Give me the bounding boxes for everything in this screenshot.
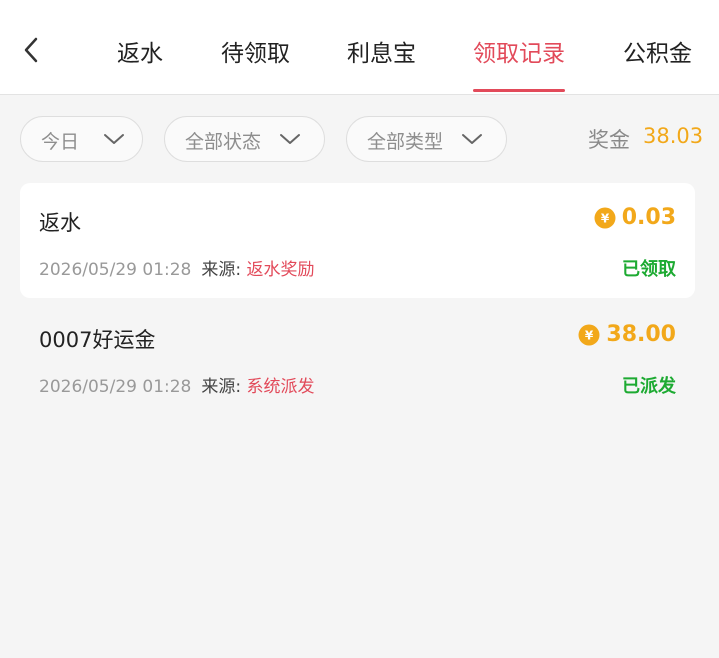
record-datetime: 2026/05/29 01:28 bbox=[39, 260, 192, 280]
record-meta: 2026/05/29 01:28 来源: 返水奖励 bbox=[39, 255, 315, 280]
record-status: 已领取 bbox=[622, 259, 676, 280]
chevron-down-icon bbox=[104, 134, 124, 144]
record-source-label: 来源: bbox=[201, 377, 242, 397]
svg-text:¥: ¥ bbox=[585, 328, 594, 342]
record-amount-value: 38.00 bbox=[606, 322, 676, 347]
date-filter-dropdown[interactable]: 今日 bbox=[20, 116, 143, 162]
active-tab-indicator bbox=[473, 89, 565, 92]
record-datetime: 2026/05/29 01:28 bbox=[39, 377, 192, 397]
type-filter-label: 全部类型 bbox=[367, 131, 444, 153]
record-amount: ¥ 38.00 bbox=[578, 322, 676, 347]
record-source-value: 系统派发 bbox=[246, 377, 315, 397]
yuan-coin-icon: ¥ bbox=[594, 207, 616, 228]
chevron-down-icon bbox=[462, 134, 482, 144]
chevron-left-icon[interactable] bbox=[14, 32, 50, 68]
tab-fanshui[interactable]: 返水 bbox=[117, 34, 163, 68]
record-source-value: 返水奖励 bbox=[246, 260, 315, 280]
record-card[interactable]: 0007好运金 2026/05/29 01:28 来源: 系统派发 ¥ 38.00… bbox=[20, 300, 695, 415]
record-amount: ¥ 0.03 bbox=[594, 205, 676, 230]
record-card[interactable]: 返水 2026/05/29 01:28 来源: 返水奖励 ¥ 0.03 已领取 bbox=[20, 183, 695, 298]
status-filter-label: 全部状态 bbox=[185, 131, 262, 153]
record-amount-value: 0.03 bbox=[621, 205, 676, 230]
record-title: 返水 bbox=[39, 211, 81, 235]
chevron-down-icon bbox=[280, 134, 300, 144]
svg-text:¥: ¥ bbox=[601, 211, 610, 225]
yuan-coin-icon: ¥ bbox=[578, 324, 600, 345]
top-nav: 返水 待领取 利息宝 领取记录 公积金 bbox=[0, 0, 719, 95]
tab-records[interactable]: 领取记录 bbox=[473, 34, 565, 68]
record-meta: 2026/05/29 01:28 来源: 系统派发 bbox=[39, 372, 315, 397]
tab-fund[interactable]: 公积金 bbox=[623, 34, 692, 68]
record-status: 已派发 bbox=[622, 376, 676, 397]
tab-pending[interactable]: 待领取 bbox=[221, 34, 290, 68]
date-filter-label: 今日 bbox=[41, 131, 80, 153]
bonus-value: 38.03 bbox=[643, 124, 704, 148]
status-filter-dropdown[interactable]: 全部状态 bbox=[164, 116, 325, 162]
record-source-label: 来源: bbox=[201, 260, 242, 280]
record-title: 0007好运金 bbox=[39, 328, 156, 352]
type-filter-dropdown[interactable]: 全部类型 bbox=[346, 116, 507, 162]
bonus-label: 奖金 bbox=[588, 128, 630, 152]
tab-interest[interactable]: 利息宝 bbox=[347, 34, 416, 68]
